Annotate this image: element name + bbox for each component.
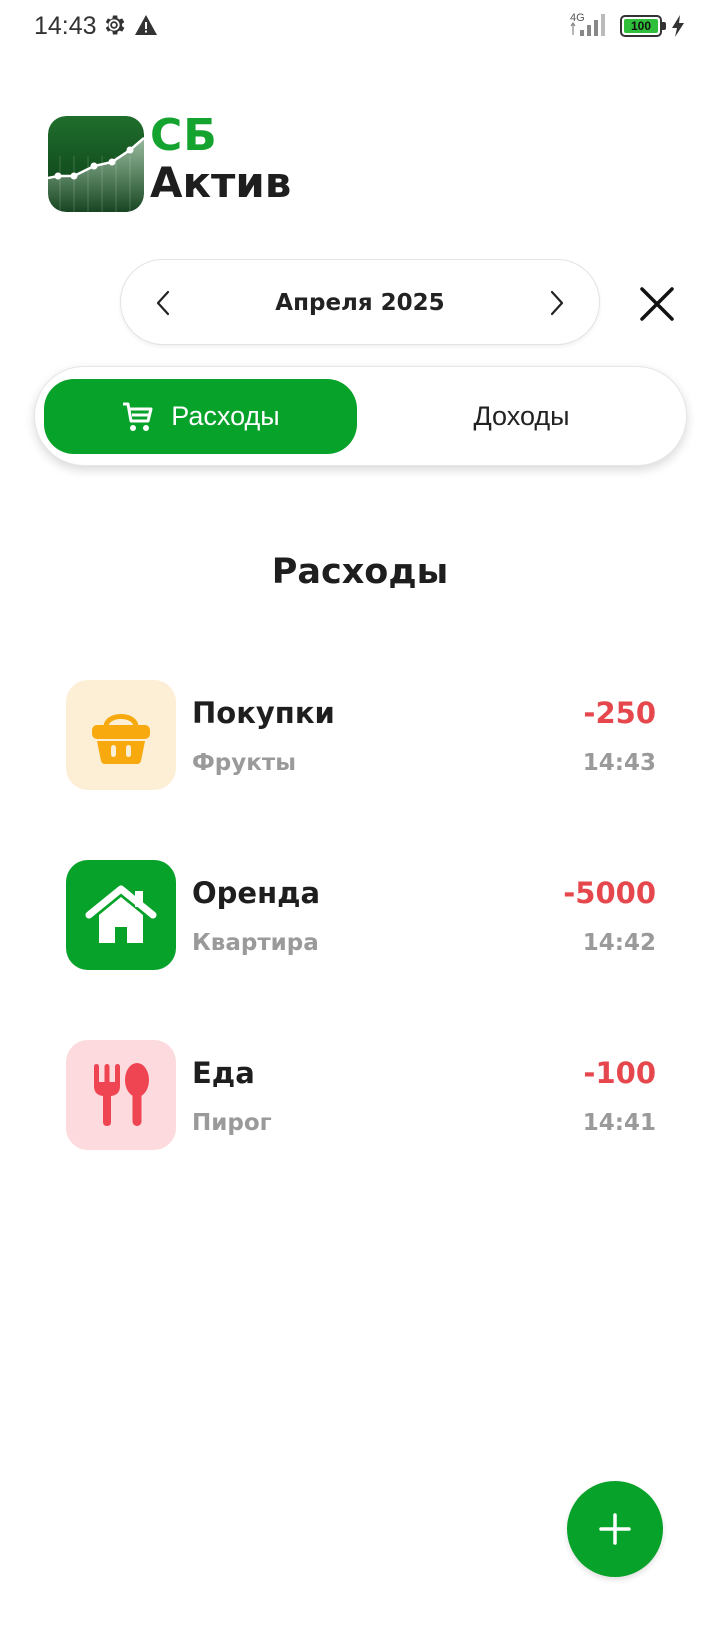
prev-month-button[interactable] [143, 281, 183, 325]
current-month-label[interactable]: Апреля 2025 [191, 260, 529, 346]
transaction-category: Покупки [192, 696, 335, 730]
transaction-time: 14:43 [582, 750, 656, 776]
transaction-time: 14:41 [582, 1110, 656, 1136]
house-icon [66, 860, 176, 970]
transaction-amount: -5000 [563, 876, 656, 910]
transaction-amount: -100 [583, 1056, 656, 1090]
cart-icon [121, 400, 155, 434]
transaction-note: Пирог [192, 1110, 272, 1136]
charging-bolt-icon [672, 15, 684, 37]
battery-percent: 100 [630, 19, 652, 33]
type-tabs: Расходы Доходы [34, 366, 687, 466]
network-label: 4G [570, 12, 585, 24]
battery-tip [662, 22, 666, 30]
growth-chart-icon [48, 116, 144, 212]
chevron-left-icon [156, 290, 170, 316]
transaction-category: Еда [192, 1056, 255, 1090]
plus-icon [599, 1513, 631, 1545]
month-selector: Апреля 2025 [120, 259, 600, 345]
logo-text-line1: СБ [150, 110, 218, 161]
transaction-note: Фрукты [192, 750, 297, 776]
tab-expenses-label: Расходы [171, 401, 280, 431]
status-time: 14:43 [34, 12, 97, 40]
battery-icon: 100 [620, 15, 668, 37]
status-bar: 14:43 4G 100 [0, 0, 720, 56]
close-button[interactable] [635, 282, 679, 326]
next-month-button[interactable] [537, 281, 577, 325]
transaction-category: Оренда [192, 876, 321, 910]
settings-gear-icon [105, 15, 125, 35]
transaction-row[interactable]: Оренда Квартира -5000 14:42 [66, 860, 656, 972]
tab-income-label: Доходы [473, 401, 570, 431]
warning-icon [135, 15, 157, 35]
transaction-amount: -250 [583, 696, 656, 730]
app-logo: СБ Актив [48, 110, 348, 212]
signal-icon: 4G [570, 12, 605, 36]
tab-income[interactable]: Доходы [365, 379, 678, 454]
section-title: Расходы [271, 552, 449, 592]
transaction-time: 14:42 [582, 930, 656, 956]
fork-spoon-icon [66, 1040, 176, 1150]
transaction-note: Квартира [192, 930, 319, 956]
tab-expenses[interactable]: Расходы [44, 379, 357, 454]
close-icon [640, 287, 674, 321]
basket-icon [66, 680, 176, 790]
transaction-row[interactable]: Покупки Фрукты -250 14:43 [66, 680, 656, 792]
transaction-row[interactable]: Еда Пирог -100 14:41 [66, 1040, 656, 1152]
logo-text-line2: Актив [150, 158, 292, 207]
chevron-right-icon [550, 290, 564, 316]
add-transaction-button[interactable] [567, 1481, 663, 1577]
